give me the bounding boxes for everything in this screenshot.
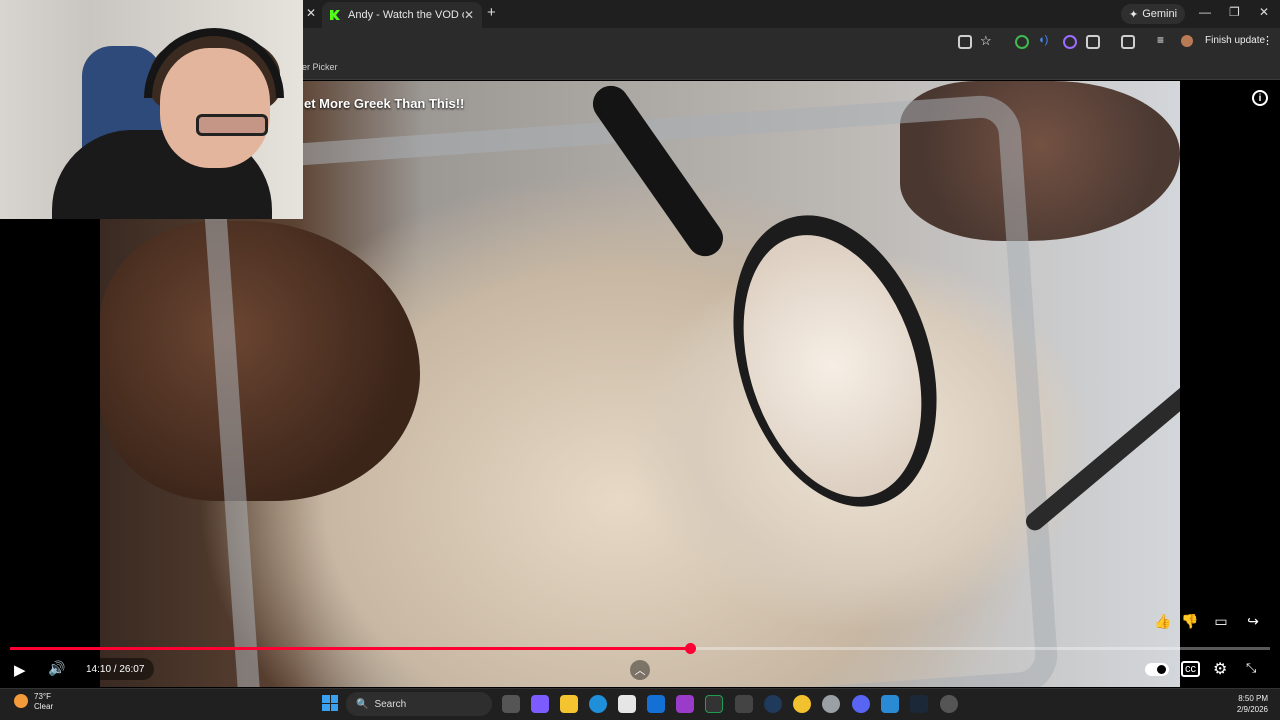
capcut-icon[interactable] [735, 695, 753, 713]
bookmark-item[interactable]: er Picker [302, 62, 338, 72]
file-explorer-icon[interactable] [560, 695, 578, 713]
gemini-button[interactable]: ✦ Gemini [1121, 4, 1186, 24]
weather-icon[interactable] [14, 694, 28, 708]
store-icon[interactable] [618, 695, 636, 713]
comments-icon[interactable]: ▭ [1212, 612, 1230, 630]
kick-favicon-icon [330, 10, 340, 20]
info-icon[interactable]: i [1252, 90, 1268, 106]
bookmark-star-icon[interactable]: ☆ [980, 33, 992, 49]
exit-fullscreen-icon[interactable]: ⤡ [1246, 660, 1256, 676]
share-icon[interactable]: ↪ [1244, 612, 1262, 630]
extensions-puzzle-icon[interactable] [1086, 35, 1100, 49]
new-tab-icon[interactable]: + [487, 4, 496, 21]
app-icon[interactable] [676, 695, 694, 713]
close-previous-tab-icon[interactable]: ✕ [306, 6, 316, 20]
outlook-icon[interactable] [647, 695, 665, 713]
profile-avatar[interactable] [1181, 35, 1193, 47]
install-app-icon[interactable] [958, 35, 972, 49]
task-view-icon[interactable] [502, 695, 520, 713]
obs-icon[interactable] [940, 695, 958, 713]
minimize-icon[interactable]: — [1199, 5, 1211, 19]
taskbar-search[interactable]: 🔍 Search [346, 692, 492, 716]
app-icon-2[interactable] [881, 695, 899, 713]
excel-icon[interactable] [705, 695, 723, 713]
chrome-icon[interactable] [793, 695, 811, 713]
autoplay-toggle[interactable] [1145, 663, 1169, 676]
search-label: Search [374, 698, 407, 710]
weather-widget[interactable]: 73°F Clear [34, 692, 53, 712]
finish-update-button[interactable]: Finish update [1205, 35, 1265, 46]
dislike-icon[interactable]: 👎 [1181, 612, 1199, 630]
progress-bar-fill [10, 647, 690, 650]
play-icon[interactable]: ▶ [14, 661, 26, 679]
headphones-image [144, 28, 284, 98]
browser-tab[interactable]: Andy - Watch the VOD on Kick ✕ [322, 2, 482, 28]
weather-desc: Clear [34, 702, 54, 711]
side-panel-icon[interactable] [1121, 35, 1135, 49]
captions-icon[interactable]: cc [1181, 661, 1200, 677]
close-tab-icon[interactable]: ✕ [464, 8, 474, 22]
steam-icon[interactable] [910, 695, 928, 713]
copilot-icon[interactable] [531, 695, 549, 713]
settings-gear-icon[interactable]: ⚙ [1213, 659, 1227, 679]
reading-list-icon[interactable]: ≡ [1157, 33, 1164, 47]
webcam-overlay [0, 0, 303, 219]
video-title[interactable]: et More Greek Than This!! [304, 96, 464, 111]
weather-temp: 73°F [34, 692, 51, 701]
extension-icon[interactable] [1015, 35, 1029, 49]
sparkle-icon: ✦ [1129, 8, 1139, 21]
discord-icon[interactable] [852, 695, 870, 713]
settings-app-icon[interactable] [822, 695, 840, 713]
search-icon: 🔍 [356, 698, 369, 710]
chevron-up-icon[interactable]: ︿ [630, 660, 650, 680]
windows-taskbar [0, 688, 1280, 720]
progress-scrubber[interactable] [685, 643, 696, 654]
time-display: 14:10 / 26:07 [76, 658, 155, 680]
clock-time: 8:50 PM [1238, 694, 1268, 703]
more-menu-icon[interactable]: ⋮ [1262, 34, 1273, 47]
volume-icon[interactable]: 🔊 [48, 660, 65, 677]
like-icon[interactable]: 👍 [1154, 612, 1172, 630]
profile-extension-icon[interactable] [1063, 35, 1077, 49]
clock-date: 2/9/2026 [1236, 705, 1268, 714]
edge-icon[interactable] [589, 695, 607, 713]
restore-icon[interactable]: ❐ [1229, 5, 1240, 19]
start-button[interactable] [322, 695, 338, 711]
glasses-image [196, 114, 268, 136]
close-window-icon[interactable]: ✕ [1259, 5, 1269, 19]
fork-image [1022, 365, 1180, 535]
audio-extension-icon[interactable]: ◖) [1038, 34, 1048, 46]
gemini-label: Gemini [1142, 8, 1178, 20]
ccleaner-icon[interactable] [764, 695, 782, 713]
tab-title: Andy - Watch the VOD on Kick [348, 9, 464, 21]
system-clock[interactable]: 8:50 PM 2/9/2026 [1228, 693, 1268, 715]
